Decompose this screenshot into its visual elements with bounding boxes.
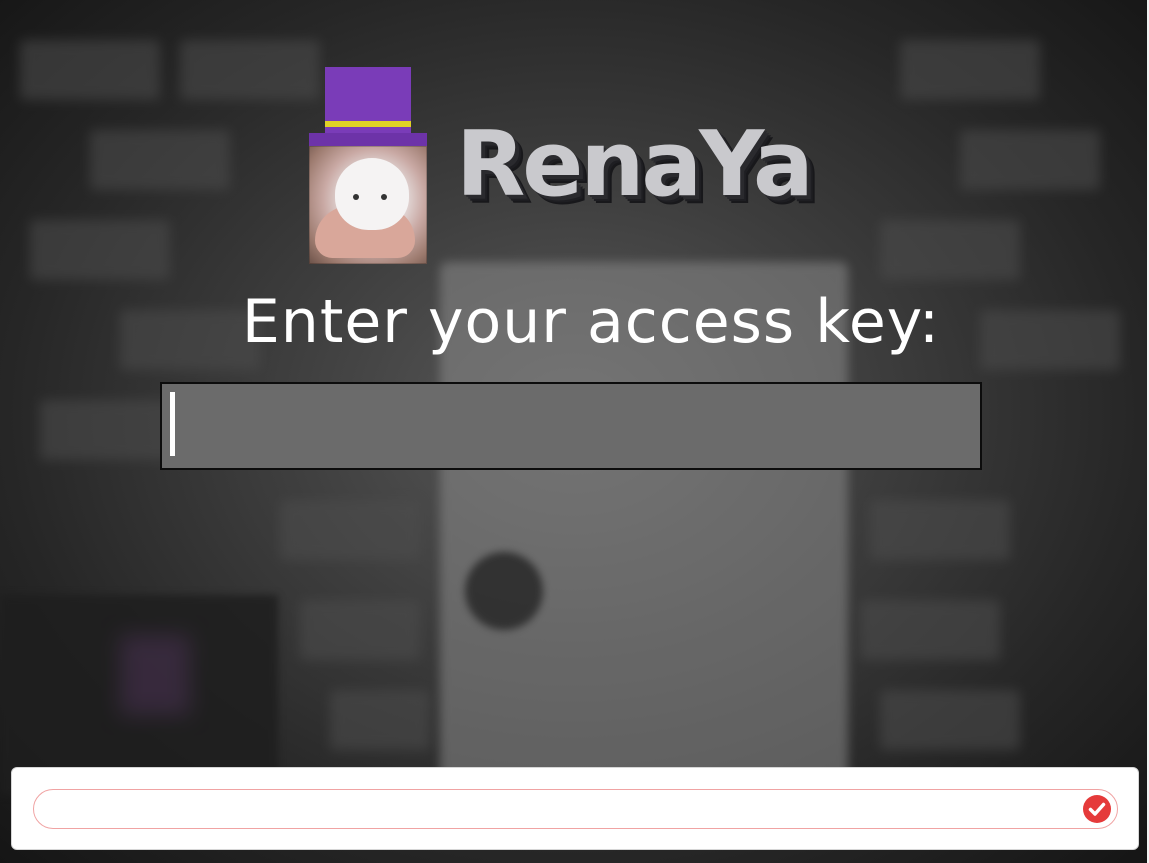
check-circle-icon[interactable] [1083, 795, 1111, 823]
hamster-shape [335, 158, 409, 230]
door-knob [465, 552, 543, 630]
game-scene: RenaYa Enter your access key: [0, 0, 1147, 863]
hamster-avatar-icon [309, 146, 427, 264]
access-key-input[interactable] [160, 382, 982, 470]
hat-brim [309, 133, 427, 146]
shadow-object [0, 595, 278, 795]
text-caret [170, 392, 175, 456]
top-hat-icon [325, 67, 411, 121]
access-key-prompt: Enter your access key: [241, 287, 941, 357]
game-logo-title: RenaYa [456, 112, 814, 217]
bottom-text-field[interactable] [33, 789, 1118, 829]
